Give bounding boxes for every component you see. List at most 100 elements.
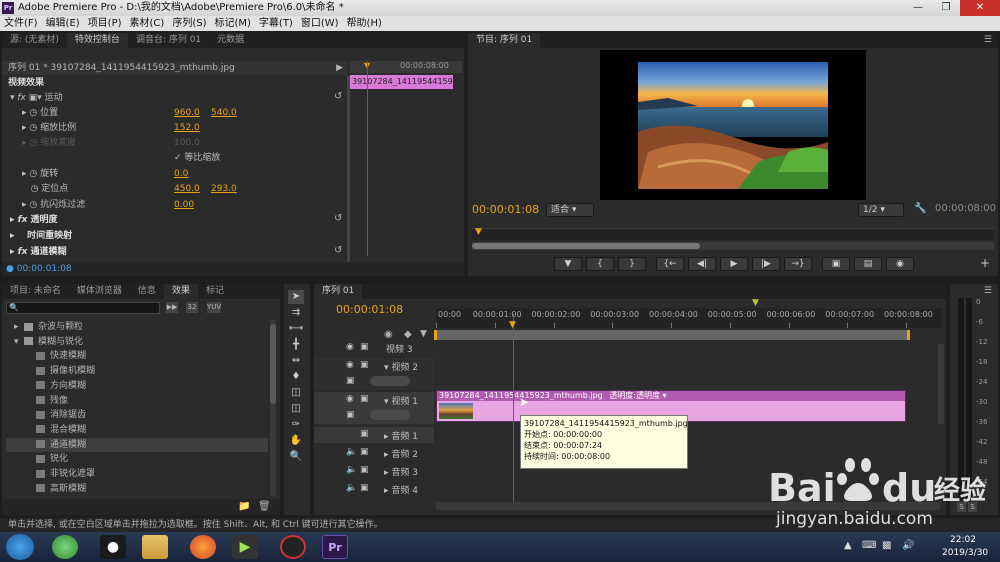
v2-eye-icon[interactable]: ◉ <box>346 360 354 370</box>
meter-menu-icon[interactable]: ☰ <box>984 286 992 296</box>
expand-arrow-icon[interactable]: ▾ <box>14 335 24 349</box>
v2-label-row[interactable]: ▾ 视频 2 <box>384 360 418 373</box>
a4-speaker-icon[interactable]: 🔈 <box>346 483 357 493</box>
browser-360-icon[interactable] <box>52 535 78 559</box>
anchor-x-value[interactable]: 450.0 <box>174 184 200 194</box>
qq-icon[interactable]: ● <box>100 535 126 559</box>
rolling-edit-tool-icon[interactable]: ╋ <box>288 338 304 352</box>
panel-menu-icon[interactable]: ☰ <box>984 35 992 45</box>
tab-effect-controls[interactable]: 特效控制台 <box>66 33 128 48</box>
play-button[interactable]: ▶ <box>720 257 748 271</box>
slip-tool-icon[interactable]: ◫ <box>288 386 304 400</box>
menu-marker[interactable]: 标记(M) <box>210 16 254 31</box>
timeline-playhead-line[interactable] <box>513 314 514 504</box>
time-remap-row[interactable]: ▸ 时间重映射 <box>10 229 72 244</box>
v1-keyframe-nav[interactable] <box>370 410 410 420</box>
reset-motion-icon[interactable]: ↺ <box>334 91 342 102</box>
clip-title-bar[interactable]: 39107284_1411954415923_mthumb.jpg 透明度:透明… <box>437 391 905 401</box>
a2-label-row[interactable]: ▸ 音频 2 <box>384 447 418 460</box>
program-timecode[interactable]: 00:00:01:08 <box>472 203 539 216</box>
32bit-effects-icon[interactable]: 32 <box>186 302 198 313</box>
effects-scroll-thumb[interactable] <box>270 324 276 404</box>
recorder-icon[interactable] <box>280 535 306 559</box>
effects-list-item[interactable]: ▸ 杂波与颗粒 <box>6 320 268 334</box>
step-forward-button[interactable]: |▶ <box>752 257 780 271</box>
tab-audio-mixer[interactable]: 调音台: 序列 01 <box>128 33 209 48</box>
effects-list-item[interactable]: 方向模糊 <box>6 379 268 393</box>
effects-list-item[interactable]: 残像 <box>6 394 268 408</box>
motion-row[interactable]: ▾ fx ▣▾ 运动 <box>10 91 63 106</box>
step-back-button[interactable]: ◀| <box>688 257 716 271</box>
effects-list-item[interactable]: 混合模糊 <box>6 423 268 437</box>
tab-source[interactable]: 源: (无素材) <box>2 33 67 48</box>
a2-speaker-icon[interactable]: 🔈 <box>346 447 357 457</box>
accelerated-effects-icon[interactable]: ▶▶ <box>166 302 178 313</box>
mark-out-button[interactable]: } <box>618 257 646 271</box>
menu-clip[interactable]: 素材(C) <box>126 16 169 31</box>
zoom-tool-icon[interactable]: 🔍 <box>288 450 304 464</box>
timeline-playhead-icon[interactable]: ▼ <box>509 320 516 330</box>
uniform-scale-row[interactable]: ✓ 等比缩放 <box>174 151 220 166</box>
timeline-v-scrollbar[interactable] <box>938 344 944 424</box>
track-select-tool-icon[interactable]: ⇉ <box>288 306 304 320</box>
track-video-1[interactable]: ◉ ▣ ▾ 视频 1 ▣ <box>314 392 434 424</box>
antiflicker-value[interactable]: 0.00 <box>174 200 194 210</box>
tab-project[interactable]: 项目: 未命名 <box>2 284 69 299</box>
track-video-2[interactable]: ◉ ▣ ▾ 视频 2 ▣ <box>314 358 434 390</box>
effects-list-item[interactable]: 摄像机模糊 <box>6 364 268 378</box>
a1-lock-icon[interactable]: ▣ <box>360 429 369 439</box>
clock-date[interactable]: 2019/3/30 <box>942 548 988 558</box>
tab-markers[interactable]: 标记 <box>198 284 232 299</box>
add-button-icon[interactable]: + <box>980 256 990 270</box>
slide-tool-icon[interactable]: ◫ <box>288 402 304 416</box>
media-player-icon[interactable]: ▶ <box>232 535 258 559</box>
effects-list-item[interactable]: 锐化 <box>6 452 268 466</box>
v2-lock-icon[interactable]: ▣ <box>360 360 369 370</box>
new-bin-icon[interactable]: 📁 <box>238 501 250 512</box>
opacity-row[interactable]: ▸ fx 透明度 <box>10 213 58 228</box>
v1-keyframe-icon[interactable]: ▣ <box>346 410 355 420</box>
ripple-edit-tool-icon[interactable]: ⟷ <box>288 322 304 336</box>
tray-keyboard-icon[interactable]: ⌨ <box>862 540 876 551</box>
rotation-value[interactable]: 0.0 <box>174 169 188 179</box>
v3-eye-icon[interactable]: ◉ <box>346 342 354 352</box>
program-viewer[interactable] <box>600 50 866 200</box>
menu-window[interactable]: 窗口(W) <box>297 16 343 31</box>
selection-tool-icon[interactable]: ➤ <box>288 290 304 304</box>
v1-eye-icon[interactable]: ◉ <box>346 394 354 404</box>
tray-network-icon[interactable]: ▩ <box>882 540 891 551</box>
clock-time[interactable]: 22:02 <box>950 535 976 545</box>
menu-sequence[interactable]: 序列(S) <box>168 16 210 31</box>
reset-channel-blur-icon[interactable]: ↺ <box>334 245 342 256</box>
menu-file[interactable]: 文件(F) <box>0 16 42 31</box>
a3-label-row[interactable]: ▸ 音频 3 <box>384 465 418 478</box>
resolution-dropdown[interactable]: 1/2 ▾ <box>858 203 904 217</box>
position-y-value[interactable]: 540.0 <box>211 108 237 118</box>
menu-edit[interactable]: 编辑(E) <box>42 16 84 31</box>
tray-chevron-icon[interactable]: ▲ <box>844 540 852 551</box>
work-area-end[interactable] <box>907 330 910 340</box>
close-button[interactable]: ✕ <box>960 0 1000 16</box>
effects-list-item[interactable]: 消除锯齿 <box>6 408 268 422</box>
timeline-h-scrollbar[interactable] <box>436 502 940 510</box>
hand-tool-icon[interactable]: ✋ <box>288 434 304 448</box>
v3-lock-icon[interactable]: ▣ <box>360 342 369 352</box>
marker-add-icon[interactable]: ◆ <box>404 329 412 340</box>
v2-keyframe-icon[interactable]: ▣ <box>346 376 355 386</box>
clip-opacity-dropdown[interactable]: 透明度:透明度 <box>609 391 660 400</box>
program-playhead-icon[interactable]: ▼ <box>475 227 482 237</box>
mark-in-button[interactable]: { <box>586 257 614 271</box>
fit-dropdown[interactable]: 适合 ▾ <box>546 203 594 217</box>
a4-lock-icon[interactable]: ▣ <box>360 483 369 493</box>
add-marker-button[interactable]: ▼ <box>554 257 582 271</box>
delete-icon[interactable]: 🗑 <box>258 501 271 512</box>
export-frame-button[interactable]: ◉ <box>886 257 914 271</box>
tab-program[interactable]: 节目: 序列 01 <box>468 33 541 48</box>
anchor-y-value[interactable]: 293.0 <box>211 184 237 194</box>
v1-lock-icon[interactable]: ▣ <box>360 394 369 404</box>
explorer-icon[interactable] <box>142 535 168 559</box>
pen-tool-icon[interactable]: ✑ <box>288 418 304 432</box>
track-audio-2[interactable]: 🔈 ▣ ▸ 音频 2 <box>314 445 434 461</box>
restore-button[interactable]: ❐ <box>932 0 960 16</box>
tab-media-browser[interactable]: 媒体浏览器 <box>69 284 130 299</box>
